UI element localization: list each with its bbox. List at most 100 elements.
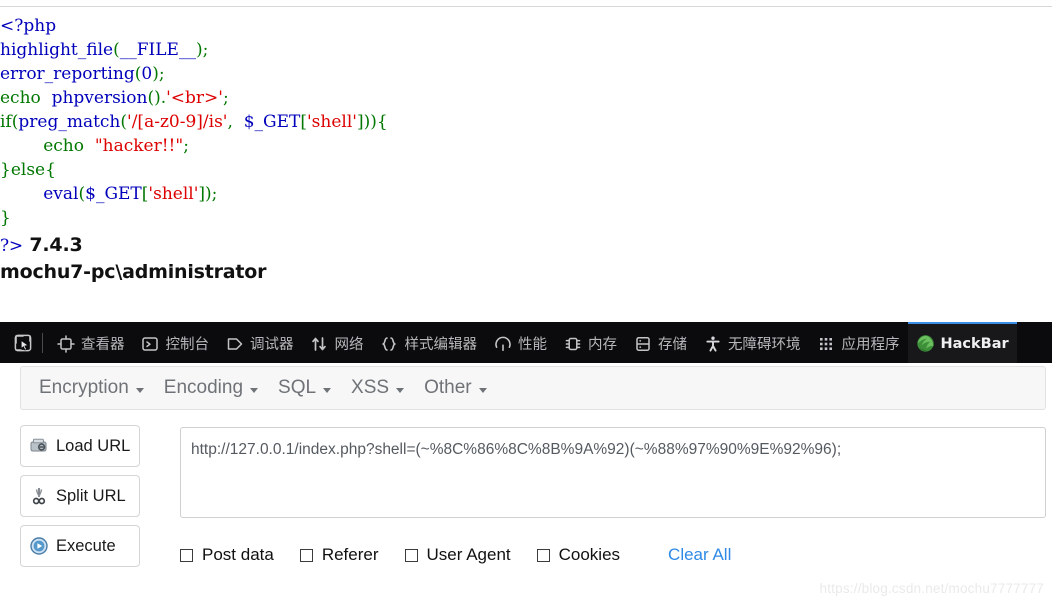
code-line: }else{ [0, 158, 1052, 182]
devtools-tab-memory[interactable]: 内存 [555, 322, 625, 363]
code-token: echo [0, 88, 52, 108]
network-icon [310, 334, 329, 353]
url-input[interactable]: http://127.0.0.1/index.php?shell=(~%8C%8… [180, 427, 1046, 518]
devtools-tab-network[interactable]: 网络 [302, 322, 372, 363]
checkbox-box[interactable] [299, 548, 313, 562]
devtools-tab-application[interactable]: 应用程序 [809, 322, 908, 363]
hackbar-menu-label: Encryption [39, 377, 129, 398]
devtools-tab-label: 网络 [334, 337, 364, 353]
code-token: , [227, 112, 244, 132]
code-token: eval [43, 184, 79, 204]
code-token: $_GET [85, 184, 142, 204]
devtools-tab-hackbar[interactable]: HackBar [907, 322, 1017, 363]
hackbar-button-label: Execute [56, 536, 116, 555]
split-url-button[interactable]: Split URL [20, 475, 140, 517]
checkbox-label: Cookies [558, 545, 621, 564]
checkbox-label: Post data [202, 545, 274, 564]
code-token: __FILE__ [119, 40, 196, 60]
code-token: ]); [198, 184, 218, 204]
code-token: ; [222, 88, 229, 108]
hackbar-options-row: Post data Referer User Agent Cookies Clear A… [180, 545, 1046, 565]
devtools-tab-performance[interactable]: 性能 [485, 322, 555, 363]
devtools-tab-label: 无障碍环境 [728, 337, 801, 353]
code-line: echo phpversion().'<br>'; [0, 86, 1052, 110]
devtools-tab-label: 查看器 [81, 337, 125, 353]
split-url-icon [28, 485, 50, 507]
hackbar-menu-encoding[interactable]: Encoding [154, 373, 268, 403]
hackbar-icon [916, 334, 935, 353]
code-token: error_reporting [0, 64, 135, 84]
chevron-down-icon [250, 388, 259, 393]
devtools-tab-label: 内存 [588, 337, 617, 353]
performance-icon [493, 334, 512, 353]
hackbar-menu-label: Other [424, 377, 472, 398]
devtools-tab-label: 调试器 [250, 337, 294, 353]
devtools-tab-storage[interactable]: 存储 [625, 322, 695, 363]
devtools-tab-label: 应用程序 [841, 337, 900, 353]
code-token: preg_match [18, 112, 121, 132]
console-icon [141, 334, 160, 353]
memory-icon [563, 334, 582, 353]
php-close-tag: ?> [0, 236, 23, 256]
code-token: '<br>' [166, 88, 223, 108]
checkbox-label: Referer [321, 545, 379, 564]
checkbox-cookies[interactable]: Cookies [536, 545, 621, 565]
chevron-down-icon [396, 388, 405, 393]
hackbar-button-label: Split URL [56, 486, 126, 505]
checkbox-box[interactable] [404, 548, 418, 562]
hackbar-menu-other[interactable]: Other [414, 373, 497, 403]
element-picker-icon[interactable] [6, 328, 40, 358]
hackbar-button-column: Load URL Split URL Execute [20, 425, 142, 575]
devtools-tab-inspector[interactable]: 查看器 [48, 322, 133, 363]
code-token: 'shell' [148, 184, 199, 204]
code-line: <?php [0, 14, 1052, 38]
page-top-divider [0, 6, 1052, 7]
hackbar-menu-encryption[interactable]: Encryption [29, 373, 154, 403]
chevron-down-icon [323, 388, 332, 393]
code-line: highlight_file(__FILE__); [0, 38, 1052, 62]
hackbar-menubar: Encryption Encoding SQL XSS Other [20, 366, 1046, 410]
checkbox-post-data[interactable]: Post data [180, 545, 274, 565]
code-token: $_GET [243, 112, 301, 132]
checkbox-referer[interactable]: Referer [299, 545, 379, 565]
code-line: if(preg_match('/[a-z0-9]/is', $_GET['she… [0, 110, 1052, 134]
devtools-tab-debugger[interactable]: 调试器 [217, 322, 302, 363]
devtools-tab-accessibility[interactable]: 无障碍环境 [695, 322, 809, 363]
watermark: https://blog.csdn.net/mochu7777777 [819, 581, 1044, 596]
devtools-tab-label: HackBar [940, 335, 1009, 352]
code-token: (). [147, 88, 167, 108]
hackbar-button-label: Load URL [56, 436, 131, 455]
checkbox-box[interactable] [536, 548, 550, 562]
code-token: if( [0, 112, 19, 132]
hackbar-menu-xss[interactable]: XSS [341, 373, 414, 403]
chevron-down-icon [478, 388, 487, 393]
hackbar-menu-sql[interactable]: SQL [268, 373, 341, 403]
code-token: echo [0, 136, 95, 156]
clear-all-link[interactable]: Clear All [668, 545, 731, 565]
php-version-line: ?> 7.4.3 [0, 232, 1052, 259]
hackbar-menu-label: Encoding [163, 377, 244, 398]
execute-button[interactable]: Execute [20, 525, 140, 567]
devtools-tab-console[interactable]: 控制台 [133, 322, 218, 363]
whoami-line: mochu7-pc\administrator [0, 261, 267, 283]
accessibility-icon [703, 334, 722, 353]
code-line: error_reporting(0); [0, 62, 1052, 86]
code-token: highlight_file [0, 40, 114, 60]
code-token: } [0, 208, 11, 228]
devtools-toolbar: 查看器 控制台 调试器 网络 样式编辑器 性能 内存 存储 无障碍环境 应用程序 HackBar [0, 322, 1052, 363]
code-token: "hacker!!" [94, 136, 184, 156]
code-token: ); [195, 40, 209, 60]
hackbar-menu-label: SQL [278, 377, 317, 398]
hackbar-menu-label: XSS [351, 377, 390, 398]
load-url-button[interactable]: Load URL [20, 425, 140, 467]
execute-icon [28, 535, 50, 557]
code-token: 'shell' [307, 112, 357, 132]
checkbox-box[interactable] [180, 548, 193, 562]
inspector-icon [56, 334, 75, 353]
php-source-code: <?php highlight_file(__FILE__); error_repo… [0, 14, 1052, 230]
devtools-tab-style-editor[interactable]: 样式编辑器 [372, 322, 486, 363]
code-token: [ [300, 112, 307, 132]
devtools-tab-list: 查看器 控制台 调试器 网络 样式编辑器 性能 内存 存储 无障碍环境 应用程序 HackBar [48, 322, 1017, 363]
checkbox-user-agent[interactable]: User Agent [404, 545, 511, 565]
